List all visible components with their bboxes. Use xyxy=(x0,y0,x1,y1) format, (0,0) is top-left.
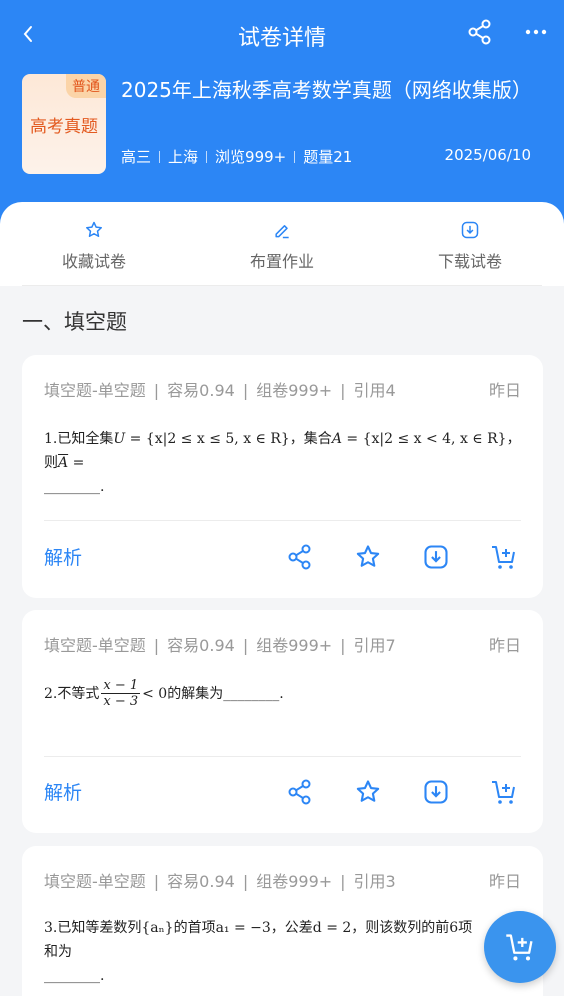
question-type: 填空题-单空题 xyxy=(44,381,146,400)
question-cite: 引用7 xyxy=(353,636,396,655)
assign-homework-label: 布置作业 xyxy=(249,252,314,271)
question-info: 填空题-单空题 | 容易0.94 | 组卷999+ | 引用3 xyxy=(44,872,396,891)
download-icon[interactable] xyxy=(422,543,450,571)
download-paper-button[interactable]: 下载试卷 xyxy=(410,220,530,272)
analysis-link[interactable]: 解析 xyxy=(44,778,82,805)
question-info: 填空题-单空题 | 容易0.94 | 组卷999+ | 引用7 xyxy=(44,636,396,655)
question-card-3[interactable]: 填空题-单空题 | 容易0.94 | 组卷999+ | 引用3 昨日 3.已知等差数列{aₙ… xyxy=(22,846,543,996)
action-bar: 收藏试卷 布置作业 下载试卷 xyxy=(0,202,564,286)
question-card-1[interactable]: 填空题-单空题 | 容易0.94 | 组卷999+ | 引用4 昨日 1.已知全集U = {… xyxy=(22,355,543,598)
paper-cover: 普通 高考真题 xyxy=(22,74,106,174)
top-bar: 试卷详情 xyxy=(0,14,564,54)
star-icon[interactable] xyxy=(354,543,382,571)
question-zujuan: 组卷999+ xyxy=(256,872,333,891)
paper-date: 2025/06/10 xyxy=(444,146,531,164)
floating-cart-button[interactable] xyxy=(484,911,556,983)
paper-meta: 高三 上海 浏览999+ 题量21 xyxy=(121,146,352,167)
download-paper-label: 下载试卷 xyxy=(437,252,502,271)
cover-text: 高考真题 xyxy=(30,117,98,137)
download-icon xyxy=(461,221,479,239)
meta-grade: 高三 xyxy=(121,148,152,166)
question-cite: 引用4 xyxy=(353,381,396,400)
share-icon[interactable] xyxy=(466,18,494,46)
question-time: 昨日 xyxy=(488,381,521,400)
section-title: 一、填空题 xyxy=(22,310,127,334)
question-type: 填空题-单空题 xyxy=(44,636,146,655)
share-icon[interactable] xyxy=(286,778,314,806)
more-icon[interactable] xyxy=(522,18,550,46)
add-to-cart-icon[interactable] xyxy=(490,778,518,806)
meta-views: 浏览999+ xyxy=(215,148,287,166)
star-icon xyxy=(86,221,102,237)
question-text: 2.不等式 x − 1 x − 3 < 0的解集为________. xyxy=(44,678,284,709)
cart-icon xyxy=(506,934,533,961)
question-card-2[interactable]: 填空题-单空题 | 容易0.94 | 组卷999+ | 引用7 昨日 2.不等式 x − 1… xyxy=(22,610,543,833)
paper-title: 2025年上海秋季高考数学真题（网络收集版） xyxy=(121,78,532,102)
star-icon[interactable] xyxy=(354,778,382,806)
edit-icon xyxy=(275,225,289,239)
cover-tag: 普通 xyxy=(66,74,106,98)
download-icon[interactable] xyxy=(422,778,450,806)
question-text: 1.已知全集U = {x|2 ≤ x ≤ 5, x ∈ R}，集合A = {x|… xyxy=(44,431,521,495)
question-time: 昨日 xyxy=(488,872,521,891)
question-zujuan: 组卷999+ xyxy=(256,636,333,655)
favorite-paper-button[interactable]: 收藏试卷 xyxy=(34,220,154,272)
favorite-paper-label: 收藏试卷 xyxy=(61,252,126,271)
header: 试卷详情 普通 高考真题 2025年上海秋季高考数学真题（网络收集版） 高三 上… xyxy=(0,0,564,235)
question-info: 填空题-单空题 | 容易0.94 | 组卷999+ | 引用4 xyxy=(44,381,396,400)
question-zujuan: 组卷999+ xyxy=(256,381,333,400)
meta-region: 上海 xyxy=(168,148,199,166)
analysis-link[interactable]: 解析 xyxy=(44,543,82,570)
question-difficulty: 容易0.94 xyxy=(167,872,235,891)
question-difficulty: 容易0.94 xyxy=(167,381,235,400)
question-type: 填空题-单空题 xyxy=(44,872,146,891)
question-text: 3.已知等差数列{aₙ}的首项a₁ = −3，公差d = 2，则该数列的前6项和… xyxy=(44,920,473,984)
question-time: 昨日 xyxy=(488,636,521,655)
question-difficulty: 容易0.94 xyxy=(167,636,235,655)
add-to-cart-icon[interactable] xyxy=(490,543,518,571)
meta-count: 题量21 xyxy=(303,148,353,166)
question-cite: 引用3 xyxy=(353,872,396,891)
assign-homework-button[interactable]: 布置作业 xyxy=(222,220,342,272)
share-icon[interactable] xyxy=(286,543,314,571)
